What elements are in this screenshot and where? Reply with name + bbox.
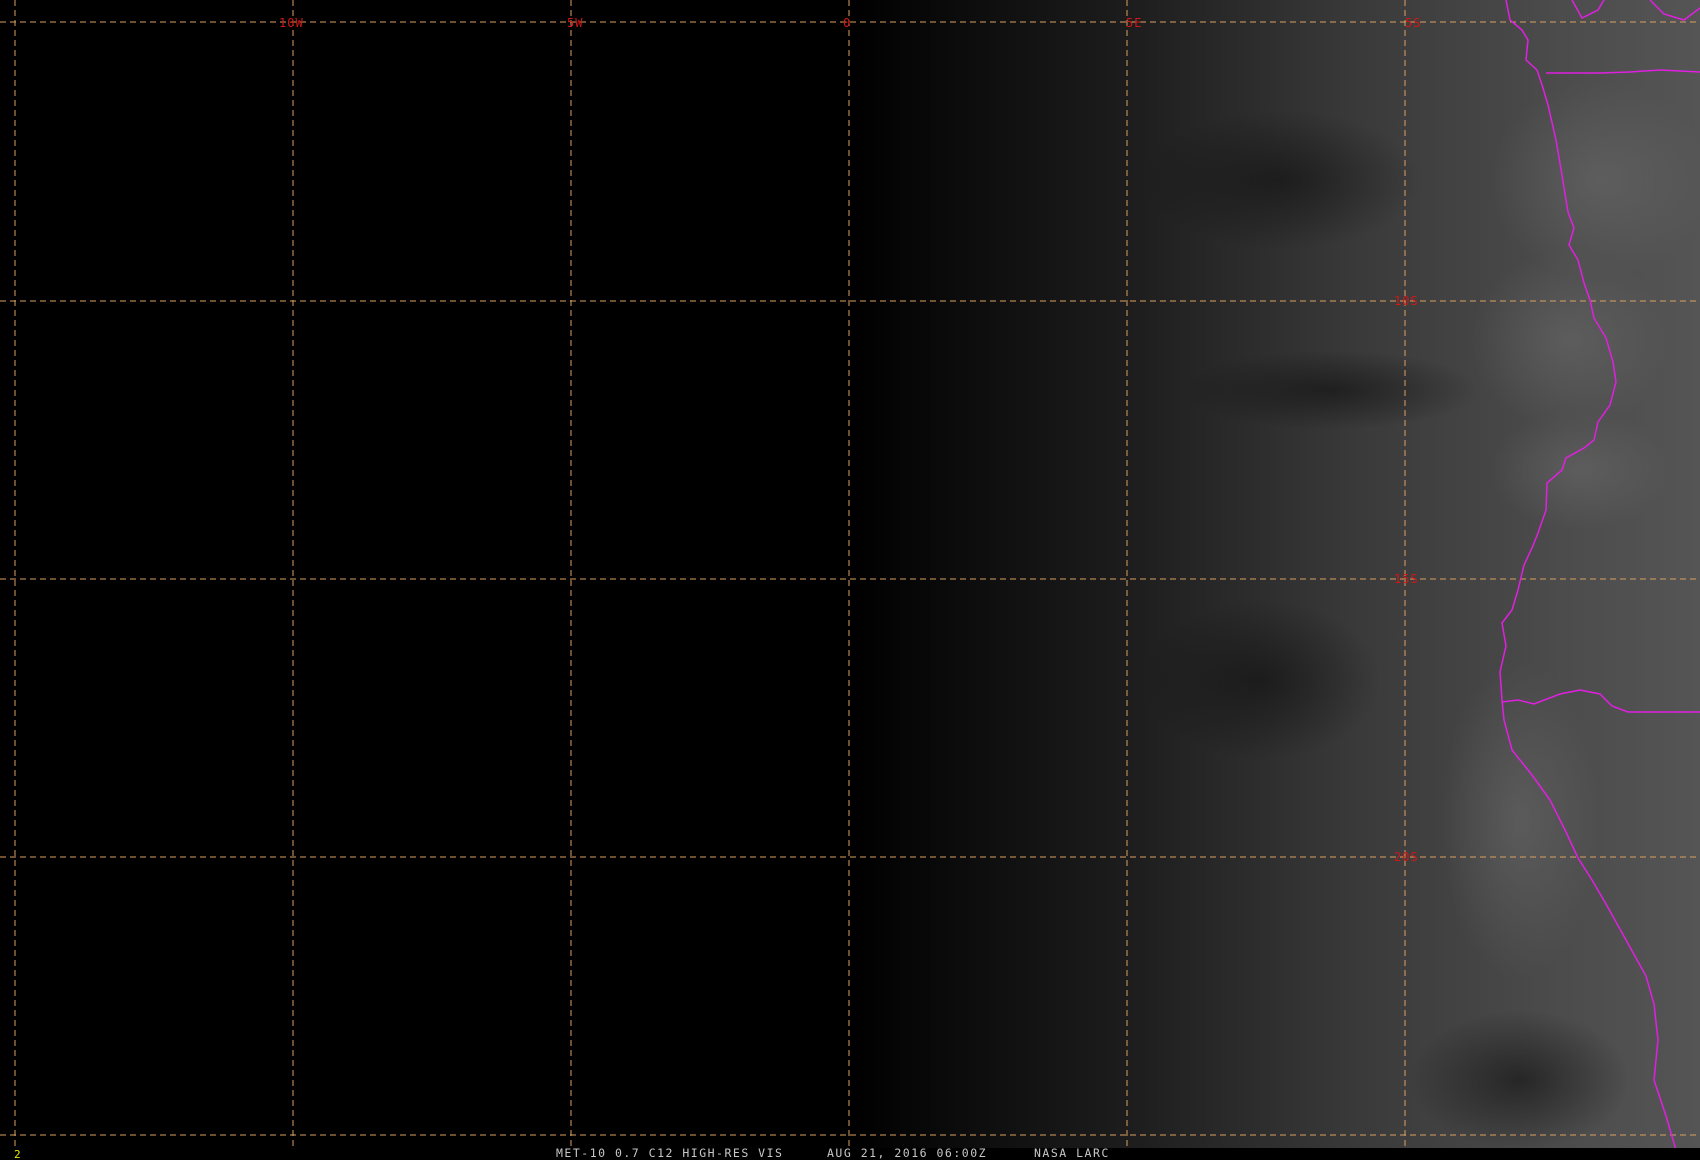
lat-label-5s: 5S bbox=[1405, 16, 1421, 30]
satellite-imagery bbox=[0, 0, 1700, 1148]
lat-label-20s: 20S bbox=[1394, 850, 1419, 864]
lon-label-10w: 10W bbox=[279, 16, 304, 30]
lat-label-15s: 15S bbox=[1394, 572, 1419, 586]
datetime-label: AUG 21, 2016 06:00Z bbox=[827, 1146, 987, 1160]
lon-label-5w: 5W bbox=[567, 16, 583, 30]
product-label: MET-10 0.7 C12 HIGH-RES VIS bbox=[556, 1146, 783, 1160]
lon-label-0: 0 bbox=[843, 16, 851, 30]
status-bar: 2 MET-10 0.7 C12 HIGH-RES VIS AUG 21, 20… bbox=[0, 1146, 1700, 1160]
lon-label-5e: 5E bbox=[1126, 16, 1142, 30]
lat-label-10s: 10S bbox=[1394, 294, 1419, 308]
source-label: NASA LARC bbox=[1034, 1146, 1110, 1160]
satellite-map-viewer[interactable]: 10W 5W 0 5E 5S 10S 15S 20S 2 MET-10 0.7 … bbox=[0, 0, 1700, 1160]
frame-number: 2 bbox=[14, 1148, 22, 1160]
